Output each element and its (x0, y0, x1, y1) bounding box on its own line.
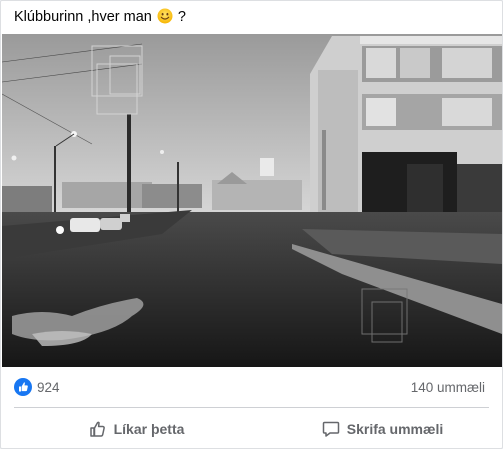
comment-button[interactable]: Skrifa ummæli (297, 413, 467, 445)
thumbs-up-icon[interactable] (14, 378, 32, 396)
like-count[interactable]: 924 (37, 380, 60, 395)
post-text-main: Klúbburinn ,hver man (14, 9, 152, 25)
post-text-question: ? (177, 9, 186, 25)
street-photo-image (2, 34, 502, 367)
divider (14, 407, 489, 408)
thumbs-up-outline-icon (89, 421, 105, 437)
comment-icon (322, 421, 339, 437)
like-button[interactable]: Líkar þetta (61, 413, 211, 445)
post-card: Klúbburinn ,hver man ? 924 140 ummæli Lí… (0, 0, 503, 449)
post-photo[interactable] (2, 34, 502, 367)
comment-count[interactable]: 140 ummæli (411, 380, 485, 395)
like-button-label: Líkar þetta (113, 421, 185, 437)
comment-button-label: Skrifa ummæli (346, 421, 444, 437)
post-text: Klúbburinn ,hver man ? (14, 8, 186, 26)
post-stats: 924 140 ummæli (14, 378, 489, 398)
smiling-face-icon (157, 8, 173, 24)
